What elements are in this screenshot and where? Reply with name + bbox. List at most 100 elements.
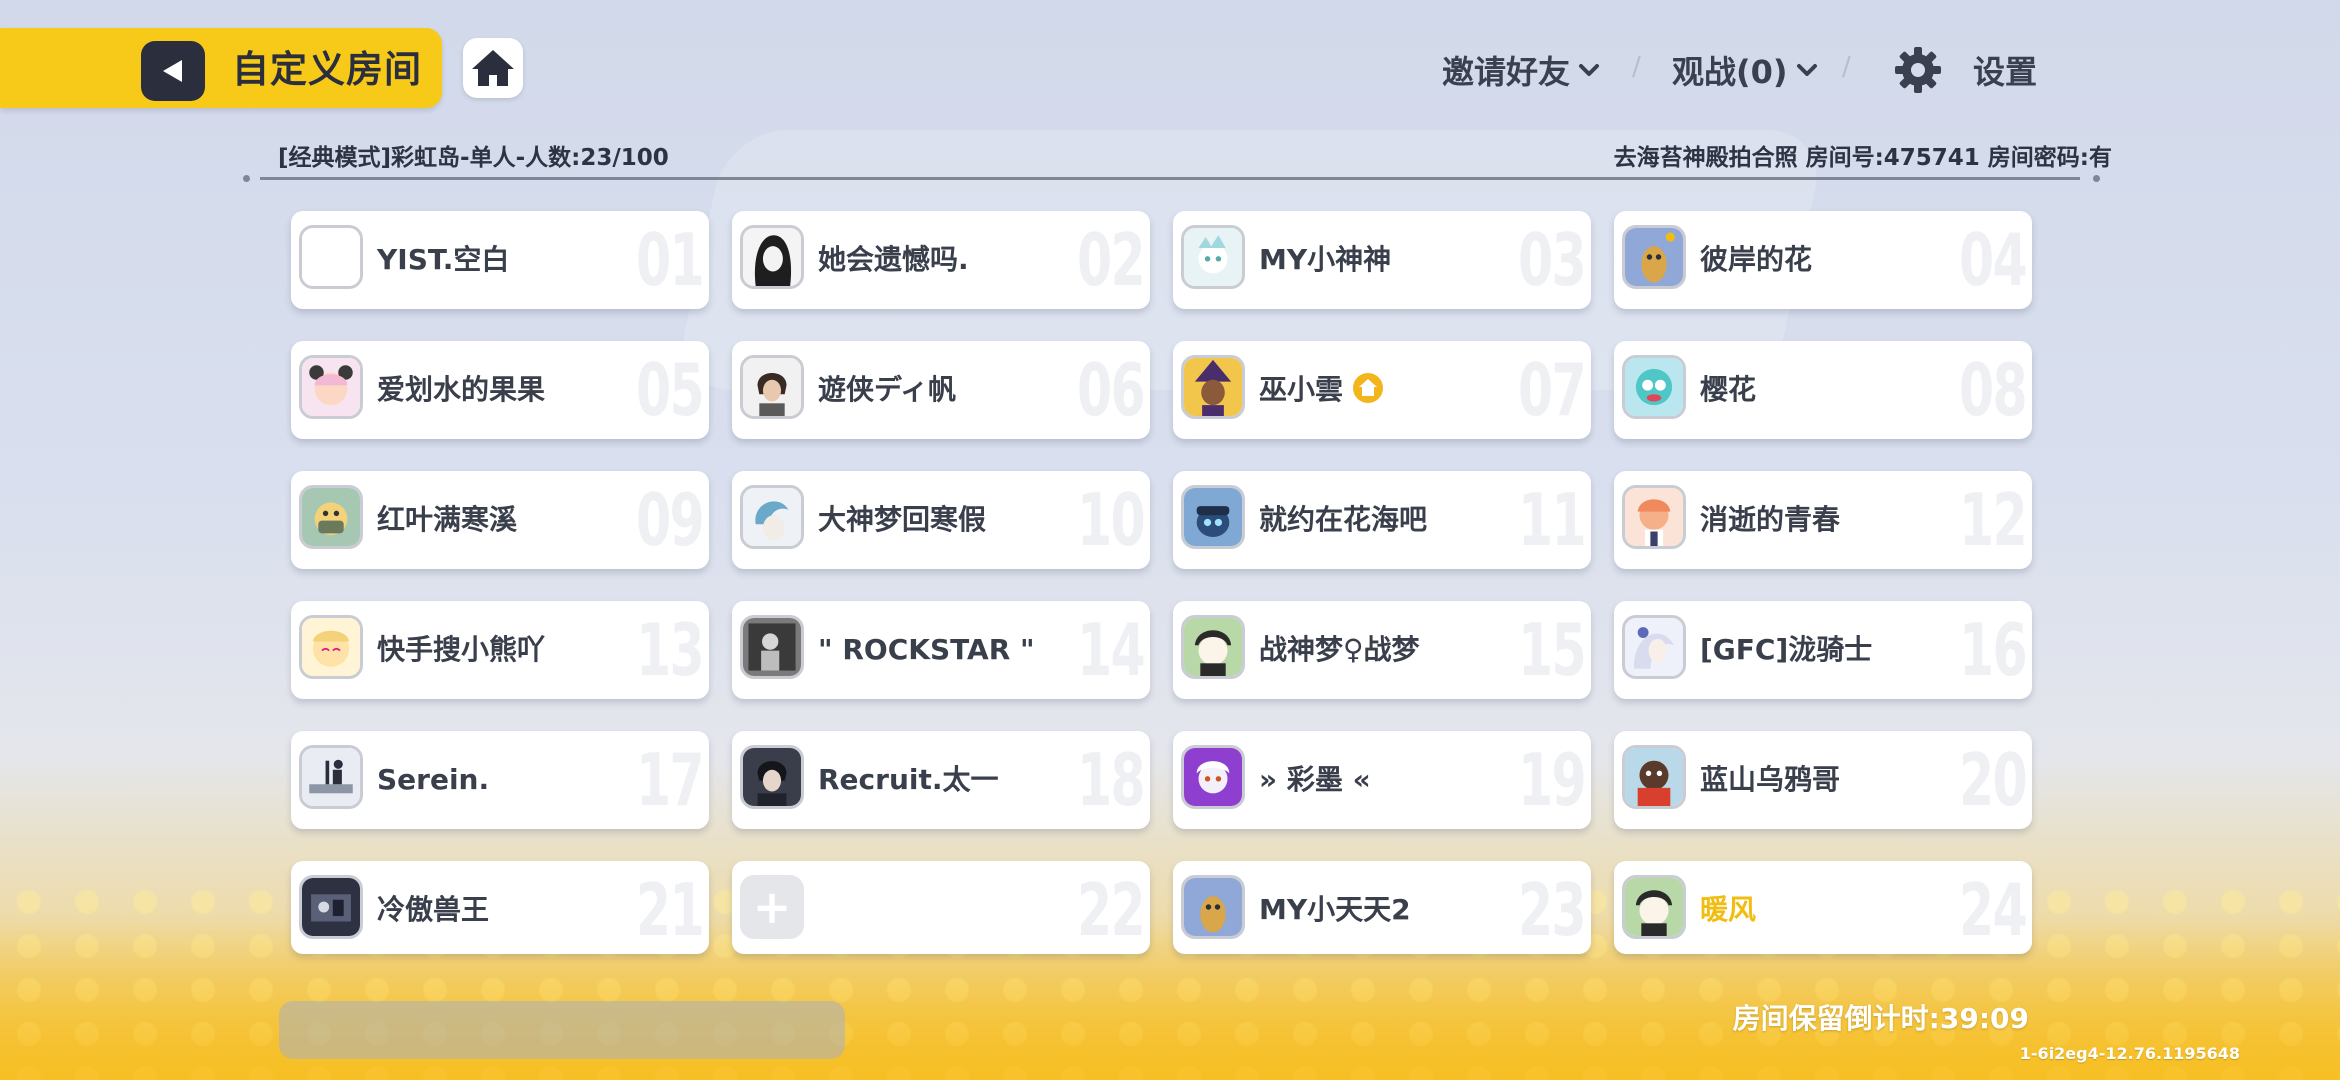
- player-avatar[interactable]: [299, 225, 363, 289]
- player-avatar[interactable]: [1181, 355, 1245, 419]
- player-name: 冷傲兽王: [377, 893, 490, 926]
- slot-number: 07: [1517, 348, 1587, 432]
- slot-number: 12: [1958, 478, 2028, 562]
- player-slot[interactable]: 08 樱花: [1614, 341, 2032, 439]
- player-avatar[interactable]: [299, 745, 363, 809]
- player-avatar[interactable]: [740, 485, 804, 549]
- player-slot[interactable]: 24 暖风: [1614, 861, 2032, 954]
- settings-link[interactable]: 设置: [1973, 44, 2037, 96]
- player-slot[interactable]: 19 » 彩墨 «: [1173, 731, 1591, 829]
- player-name-row: " ROCKSTAR ": [818, 601, 1035, 699]
- player-name-row: 消逝的青春: [1700, 471, 1840, 569]
- player-name-row: 爱划水的果果: [377, 341, 545, 439]
- player-slot[interactable]: 17 Serein.: [291, 731, 709, 829]
- invite-friends-dropdown[interactable]: 邀请好友: [1442, 44, 1600, 96]
- invite-friends-label: 邀请好友: [1442, 53, 1571, 91]
- player-name: 蓝山乌鸦哥: [1700, 763, 1841, 796]
- player-avatar[interactable]: [740, 225, 804, 289]
- player-name: 红叶满寒溪: [377, 503, 518, 536]
- player-slot[interactable]: 02 她会遗憾吗.: [732, 211, 1150, 309]
- player-name: 她会遗憾吗.: [818, 243, 969, 276]
- player-avatar[interactable]: [740, 355, 804, 419]
- slot-number: 17: [635, 738, 705, 822]
- player-slot[interactable]: 06 遊侠ディ帆: [732, 341, 1150, 439]
- player-avatar[interactable]: [740, 745, 804, 809]
- player-avatar[interactable]: [1181, 875, 1245, 939]
- slot-number: 18: [1076, 738, 1146, 822]
- slot-number: 02: [1076, 218, 1146, 302]
- player-slot[interactable]: 01 YIST.空白: [291, 211, 709, 309]
- player-avatar[interactable]: [299, 875, 363, 939]
- page-title: 自定义房间: [232, 48, 422, 91]
- player-name: MY小天天2: [1259, 893, 1411, 926]
- player-name-row: 巫小雲: [1259, 341, 1384, 439]
- player-slot[interactable]: 05 爱划水的果果: [291, 341, 709, 439]
- player-name: 消逝的青春: [1700, 503, 1841, 536]
- spectate-label: 观战(0): [1672, 53, 1788, 91]
- player-name: 樱花: [1700, 373, 1757, 406]
- player-avatar[interactable]: [1181, 485, 1245, 549]
- player-name-row: 樱花: [1700, 341, 1756, 439]
- player-avatar[interactable]: [1181, 615, 1245, 679]
- player-name: Recruit.太一: [818, 763, 999, 796]
- player-slot[interactable]: 04 彼岸的花: [1614, 211, 2032, 309]
- player-slot[interactable]: 07 巫小雲: [1173, 341, 1591, 439]
- player-avatar[interactable]: [299, 615, 363, 679]
- chat-input-bar[interactable]: [279, 1001, 845, 1059]
- player-avatar[interactable]: [1622, 615, 1686, 679]
- player-slot[interactable]: 21 冷傲兽王: [291, 861, 709, 954]
- player-avatar[interactable]: [1622, 225, 1686, 289]
- player-name-row: Serein.: [377, 731, 489, 829]
- player-slot[interactable]: 10 大神梦回寒假: [732, 471, 1150, 569]
- player-name-row: » 彩墨 «: [1259, 731, 1371, 829]
- player-slot[interactable]: 12 消逝的青春: [1614, 471, 2032, 569]
- slot-number: 15: [1517, 608, 1587, 692]
- settings-gear-button[interactable]: [1890, 42, 1946, 98]
- player-slot[interactable]: 18 Recruit.太一: [732, 731, 1150, 829]
- player-name: YIST.空白: [377, 243, 510, 276]
- divider-dot: [2093, 175, 2100, 182]
- player-avatar[interactable]: [1181, 225, 1245, 289]
- slot-number: 06: [1076, 348, 1146, 432]
- player-name: MY小神神: [1259, 243, 1392, 276]
- player-name: Serein.: [377, 763, 490, 796]
- player-avatar[interactable]: [1181, 745, 1245, 809]
- player-avatar[interactable]: [1622, 875, 1686, 939]
- add-player-icon[interactable]: +: [740, 875, 804, 939]
- empty-player-slot[interactable]: 22 +: [732, 861, 1150, 954]
- slot-number: 19: [1517, 738, 1587, 822]
- player-slot[interactable]: 23 MY小天天2: [1173, 861, 1591, 954]
- slot-number: 13: [635, 608, 705, 692]
- player-name: » 彩墨 «: [1259, 763, 1371, 796]
- player-slot[interactable]: 13 快手搜小熊吖: [291, 601, 709, 699]
- player-slot[interactable]: 20 蓝山乌鸦哥: [1614, 731, 2032, 829]
- player-avatar[interactable]: [1622, 355, 1686, 419]
- player-slot[interactable]: 09 红叶满寒溪: [291, 471, 709, 569]
- player-name-row: Recruit.太一: [818, 731, 999, 829]
- player-name: 快手搜小熊吖: [377, 633, 546, 666]
- slot-number: 10: [1076, 478, 1146, 562]
- player-name-row: 冷傲兽王: [377, 861, 489, 954]
- player-name: 彼岸的花: [1700, 243, 1813, 276]
- player-avatar[interactable]: [299, 485, 363, 549]
- player-avatar[interactable]: [740, 615, 804, 679]
- player-slot[interactable]: 11 就约在花海吧: [1173, 471, 1591, 569]
- player-name: [GFC]泷骑士: [1700, 633, 1873, 666]
- player-slot[interactable]: 15 战神梦♀战梦: [1173, 601, 1591, 699]
- player-slot[interactable]: 14 " ROCKSTAR ": [732, 601, 1150, 699]
- player-name: 暖风: [1700, 893, 1757, 926]
- slot-number: 11: [1517, 478, 1587, 562]
- player-avatar[interactable]: [1622, 745, 1686, 809]
- nav-separator: /: [1842, 52, 1851, 82]
- player-avatar[interactable]: [299, 355, 363, 419]
- player-name-row: [GFC]泷骑士: [1700, 601, 1872, 699]
- player-avatar[interactable]: [1622, 485, 1686, 549]
- player-slot[interactable]: 03 MY小神神: [1173, 211, 1591, 309]
- spectate-dropdown[interactable]: 观战(0): [1672, 44, 1818, 96]
- player-slot[interactable]: 16 [GFC]泷骑士: [1614, 601, 2032, 699]
- chevron-down-icon: [1796, 64, 1817, 76]
- home-button[interactable]: [463, 38, 523, 98]
- back-button[interactable]: [141, 41, 205, 101]
- chevron-down-icon: [1579, 64, 1600, 76]
- settings-label: 设置: [1973, 53, 2038, 91]
